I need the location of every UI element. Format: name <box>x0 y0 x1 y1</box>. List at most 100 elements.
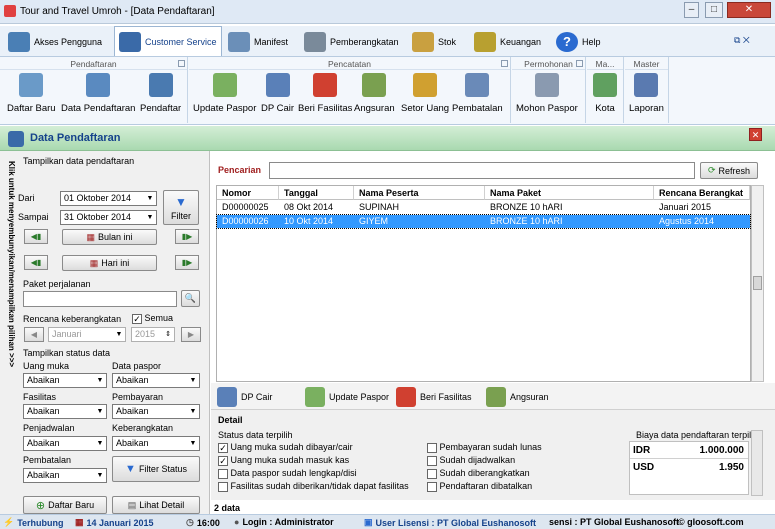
hari-ini-button[interactable]: ▦ Hari ini <box>62 255 157 271</box>
chevron-down-icon: ▼ <box>96 440 104 447</box>
select-value: Abaikan <box>116 438 149 448</box>
search-input[interactable] <box>269 162 695 179</box>
table-cell: Agustus 2014 <box>659 216 715 226</box>
ribbon-angsuran[interactable]: Angsuran <box>354 73 395 114</box>
ribbon-pembatalan[interactable]: Pembatalan <box>452 73 503 114</box>
bulan-ini-button[interactable]: ▦ Bulan ini <box>62 229 157 245</box>
paket-input[interactable] <box>23 291 177 307</box>
ribbon-kota[interactable]: Kota <box>593 73 617 114</box>
checkbox-icon <box>427 468 437 479</box>
customer-service-icon <box>119 31 141 52</box>
connection-text: Terhubung <box>17 517 64 528</box>
user-icon: ● <box>234 517 240 527</box>
dari-date-picker[interactable]: 01 Oktober 2014 ▼ <box>60 191 157 206</box>
check-dibatalkan[interactable]: Pendaftaran dibatalkan <box>427 481 532 492</box>
fasilitas-select[interactable]: Abaikan ▼ <box>23 404 107 419</box>
filter-button[interactable]: ▼ Filter <box>163 190 199 225</box>
cash-icon <box>362 73 387 97</box>
menu-customer-service[interactable]: Customer Service <box>114 26 222 56</box>
ribbon-group-pendaftaran: Pendaftaran Daftar Baru Data Pendaftaran… <box>0 57 188 123</box>
action-beri-fasilitas[interactable]: Beri Fasilitas <box>396 387 472 407</box>
checkbox-icon <box>427 481 437 492</box>
lihat-detail-button[interactable]: ▤ Lihat Detail <box>112 496 200 514</box>
license-scroll-text: sensi : PT Global Eushanosoft <box>549 517 680 527</box>
semua-checkbox[interactable]: ✓ Semua <box>132 313 173 324</box>
ribbon-beri-fasilitas[interactable]: Beri Fasilitas <box>298 73 352 114</box>
pembayaran-select[interactable]: Abaikan ▼ <box>112 404 200 419</box>
check-uang-muka-kas[interactable]: ✓ Uang muka sudah masuk kas <box>218 455 349 466</box>
table-scrollbar[interactable] <box>751 185 764 382</box>
ribbon-mohon-paspor[interactable]: Mohon Paspor <box>516 73 578 114</box>
filter-status-button[interactable]: ▼ Filter Status <box>112 456 200 482</box>
status-title: Status data terpilih <box>218 430 293 440</box>
menu-pemberangkatan[interactable]: Pemberangkatan <box>300 28 403 56</box>
dialog-launcher-icon[interactable] <box>501 60 508 67</box>
prev-year-button[interactable]: ◀ <box>24 327 44 342</box>
pembatalan-select[interactable]: Abaikan ▼ <box>23 468 107 483</box>
daftar-baru-button[interactable]: ⊕ Daftar Baru <box>23 496 107 514</box>
prev-day-button[interactable]: ◀▮ <box>24 255 48 270</box>
menu-label: Help <box>582 37 601 47</box>
ribbon-restore-icon[interactable]: ⧉ ✕ <box>734 35 750 46</box>
column-header[interactable]: Nama Peserta <box>354 186 485 200</box>
panel-close-icon[interactable]: ✕ <box>749 128 762 141</box>
uang-muka-select[interactable]: Abaikan ▼ <box>23 373 107 388</box>
action-update-paspor[interactable]: Update Paspor <box>305 387 389 407</box>
ribbon-data-pendaftaran[interactable]: Data Pendaftaran <box>61 73 135 114</box>
action-angsuran[interactable]: Angsuran <box>486 387 549 407</box>
data-paspor-select[interactable]: Abaikan ▼ <box>112 373 200 388</box>
close-button[interactable]: ✕ <box>727 2 771 18</box>
maximize-button[interactable]: □ <box>705 2 723 18</box>
data-paspor-label: Data paspor <box>112 361 162 371</box>
ribbon-update-paspor[interactable]: Update Paspor <box>193 73 256 114</box>
status-label: Tampilkan status data <box>23 348 111 358</box>
check-diberangkatkan[interactable]: Sudah diberangkatkan <box>427 468 530 479</box>
menu-help[interactable]: ? Help <box>552 28 605 56</box>
coins-icon <box>413 73 438 97</box>
scrollbar-thumb[interactable] <box>753 276 762 290</box>
next-year-button[interactable]: ▶ <box>181 327 201 342</box>
check-pembayaran-lunas[interactable]: Pembayaran sudah lunas <box>427 442 542 453</box>
minimize-button[interactable]: – <box>684 2 699 18</box>
table-row[interactable]: D00000025 08 Okt 2014 SUPINAH BRONZE 10 … <box>217 201 750 214</box>
column-header[interactable]: Nama Paket <box>485 186 654 200</box>
dialog-launcher-icon[interactable] <box>178 60 185 67</box>
gift-icon <box>396 387 416 407</box>
table-row-selected[interactable]: D00000026 10 Okt 2014 GIYEM BRONZE 10 hA… <box>216 214 751 229</box>
search-paket-button[interactable]: 🔍 <box>181 290 200 307</box>
column-header[interactable]: Rencana Berangkat <box>654 186 750 200</box>
column-header[interactable]: Nomor <box>217 186 279 200</box>
select-value: Abaikan <box>27 470 60 480</box>
sampai-date-picker[interactable]: 31 Oktober 2014 ▼ <box>60 210 157 225</box>
check-data-paspor[interactable]: Data paspor sudah lengkap/disi <box>218 468 357 479</box>
add-icon: ⊕ <box>35 499 46 512</box>
keberangkatan-select[interactable]: Abaikan ▼ <box>112 436 200 451</box>
toggle-options-hint[interactable]: Klik untuk menyembunyikan/menampilkan pi… <box>2 161 16 461</box>
ribbon-dp-cair[interactable]: DP Cair <box>261 73 294 114</box>
menu-keuangan[interactable]: Keuangan <box>470 28 545 56</box>
check-dijadwalkan[interactable]: Sudah dijadwalkan <box>427 455 515 466</box>
next-month-button[interactable]: ▮▶ <box>175 229 199 244</box>
menu-stok[interactable]: Stok <box>408 28 460 56</box>
check-uang-muka-dibayar[interactable]: ✓ Uang muka sudah dibayar/cair <box>218 442 353 453</box>
menu-akses-pengguna[interactable]: Akses Pengguna <box>4 28 106 56</box>
next-day-button[interactable]: ▮▶ <box>175 255 199 270</box>
filter-section-label: Tampilkan data pendaftaran <box>23 156 135 166</box>
tahun-spinner[interactable]: 2015 ⇕ <box>131 327 175 342</box>
usd-label: USD <box>633 462 655 473</box>
ribbon-laporan[interactable]: Laporan <box>629 73 664 114</box>
bulan-select[interactable]: Januari ▼ <box>48 327 126 342</box>
ribbon-button-label: Laporan <box>629 103 664 114</box>
ribbon-setor-uang[interactable]: Setor Uang <box>401 73 449 114</box>
penjadwalan-select[interactable]: Abaikan ▼ <box>23 436 107 451</box>
action-dp-cair[interactable]: DP Cair <box>217 387 272 407</box>
check-fasilitas[interactable]: Fasilitas sudah diberikan/tidak dapat fa… <box>218 481 409 492</box>
prev-month-button[interactable]: ◀▮ <box>24 229 48 244</box>
ribbon-pendaftar[interactable]: Pendaftar <box>140 73 181 114</box>
ribbon-daftar-baru[interactable]: Daftar Baru <box>7 73 56 114</box>
dialog-launcher-icon[interactable] <box>576 60 583 67</box>
menu-manifest[interactable]: Manifest <box>224 28 292 56</box>
column-header[interactable]: Tanggal <box>279 186 354 200</box>
refresh-button[interactable]: ⟳ Refresh <box>700 162 758 179</box>
detail-scrollbar[interactable] <box>751 430 763 496</box>
